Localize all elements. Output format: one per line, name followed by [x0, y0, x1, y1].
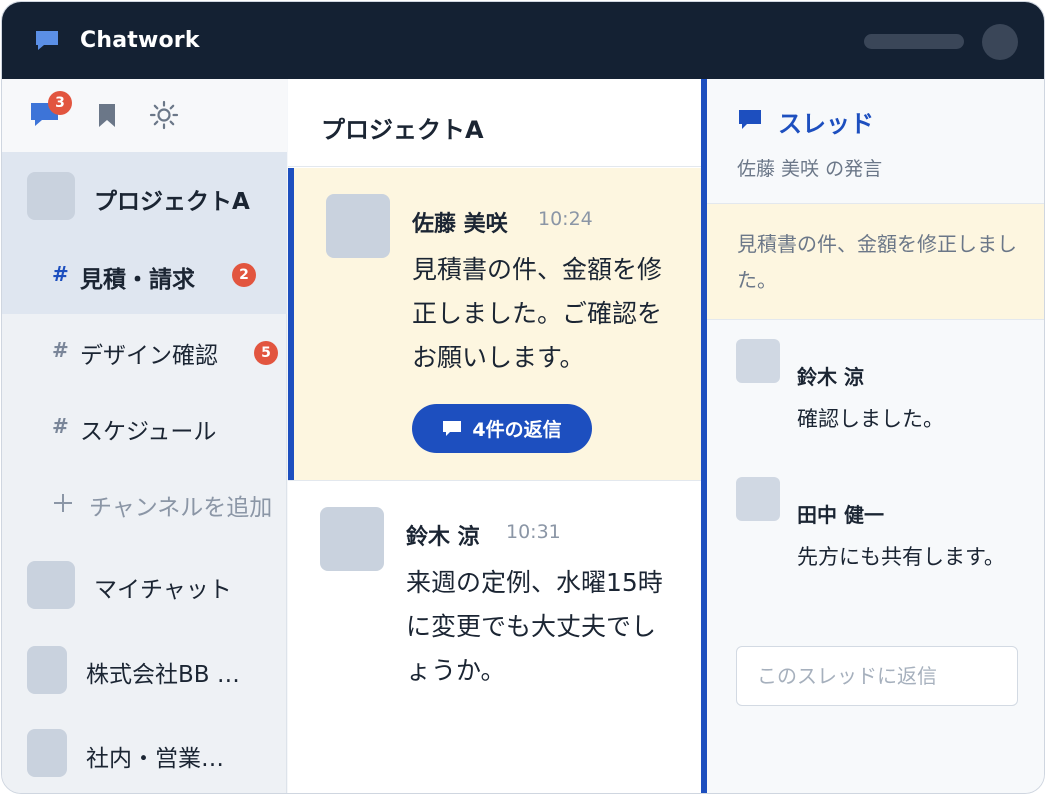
chat-panel: プロジェクトA 佐藤 美咲 10:24 見積書の件、金額を修正しました。ご確認を… [288, 79, 701, 793]
room-mychat[interactable]: マイチャット [2, 549, 287, 629]
message-text: 見積書の件、金額を修正しました。ご確認をお願いします。 [412, 255, 663, 372]
sidebar: 3 プロジェクトA # 見積・請求 2 # デザイン確認 5 # スケジュール … [2, 79, 287, 793]
message-author: 佐藤 美咲 [412, 212, 508, 237]
room-internal-sales[interactable]: 社内・営業… [2, 719, 287, 793]
message-time: 10:31 [506, 521, 561, 543]
reply-author: 鈴木 涼 [797, 365, 864, 389]
channel-hash-icon: # [52, 414, 69, 438]
message-item-highlighted[interactable]: 佐藤 美咲 10:24 見積書の件、金額を修正しました。ご確認をお願いします。 … [288, 168, 701, 480]
thread-reply: 鈴木 涼 確認しました。 [707, 339, 1044, 459]
reply-text: 確認しました。 [797, 407, 944, 431]
thread-reply-input[interactable] [736, 646, 1018, 706]
reply-text: 先方にも共有します。 [797, 545, 1005, 569]
room-name: 社内・営業… [86, 746, 224, 772]
chat-tool-button[interactable]: 3 [30, 91, 72, 129]
room-avatar [27, 646, 67, 694]
settings-icon [149, 100, 179, 130]
reply-avatar [736, 477, 780, 521]
channel-hash-icon: # [52, 262, 69, 286]
room-avatar [27, 729, 67, 777]
user-avatar[interactable] [982, 24, 1018, 60]
app-window: Chatwork 3 プロジェクトA # 見積・請求 2 # デザイン確認 5 … [1, 1, 1045, 794]
thread-parent-quote: 見積書の件、金額を修正しました。 [707, 204, 1044, 320]
bookmark-tool-button[interactable] [94, 99, 124, 129]
reply-count-label: 4件の返信 [472, 419, 562, 441]
room-avatar [27, 561, 75, 609]
channel-hash-icon: # [52, 338, 69, 362]
plus-icon [54, 494, 72, 512]
active-room-group: プロジェクトA # 見積・請求 2 [2, 152, 287, 314]
channel-item-design[interactable]: # デザイン確認 5 [2, 314, 287, 390]
message-text: 来週の定例、水曜15時に変更でも大丈夫でしょうか。 [406, 568, 663, 685]
channel-item-schedule[interactable]: # スケジュール [2, 390, 287, 466]
add-channel-label: チャンネルを追加 [89, 495, 273, 521]
quote-text: 見積書の件、金額を修正しました。 [737, 232, 1017, 292]
reply-avatar [736, 339, 780, 383]
chat-unread-badge: 3 [48, 91, 72, 115]
thread-replies-button[interactable]: 4件の返信 [412, 404, 592, 453]
channel-label: 見積・請求 [80, 267, 195, 293]
app-title: Chatwork [80, 28, 200, 53]
chat-header: プロジェクトA [288, 79, 701, 167]
chat-title: プロジェクトA [321, 116, 484, 144]
message-avatar [320, 507, 384, 571]
chatwork-logo-icon [36, 31, 58, 50]
channel-label: デザイン確認 [80, 343, 218, 369]
thread-header: スレッド 佐藤 美咲 の発言 [707, 79, 1044, 204]
room-name: 株式会社BB … [86, 662, 240, 688]
bookmark-icon [99, 104, 115, 127]
thread-panel: スレッド 佐藤 美咲 の発言 見積書の件、金額を修正しました。 鈴木 涼 確認し… [707, 79, 1044, 793]
message-author: 鈴木 涼 [406, 525, 480, 550]
top-bar: Chatwork [2, 2, 1044, 79]
message-avatar [326, 194, 390, 258]
room-company-bb[interactable]: 株式会社BB … [2, 634, 287, 714]
sidebar-toolbar: 3 [2, 79, 287, 152]
channel-unread-badge: 5 [254, 341, 278, 365]
add-channel-button[interactable]: チャンネルを追加 [2, 466, 287, 542]
thread-title: スレッド [778, 110, 874, 138]
thread-reply: 田中 健一 先方にも共有します。 [707, 477, 1044, 627]
room-name: マイチャット [94, 577, 232, 603]
reply-icon [443, 420, 462, 436]
settings-tool-button[interactable] [149, 99, 179, 130]
channel-unread-badge: 2 [232, 263, 256, 287]
channel-item-estimate[interactable]: # 見積・請求 2 [2, 238, 287, 314]
room-name: プロジェクトA [94, 189, 250, 215]
message-item[interactable]: 鈴木 涼 10:31 来週の定例、水曜15時に変更でも大丈夫でしょうか。 [288, 480, 701, 793]
message-time: 10:24 [538, 208, 593, 230]
message-selected-marker [288, 168, 294, 480]
channel-label: スケジュール [80, 419, 217, 445]
thread-subtitle: 佐藤 美咲 の発言 [737, 158, 883, 180]
room-avatar [27, 172, 75, 220]
reply-author: 田中 健一 [797, 503, 884, 527]
top-search-placeholder[interactable] [864, 34, 964, 49]
thread-icon [739, 110, 761, 129]
room-project-a[interactable]: プロジェクトA [2, 152, 287, 238]
